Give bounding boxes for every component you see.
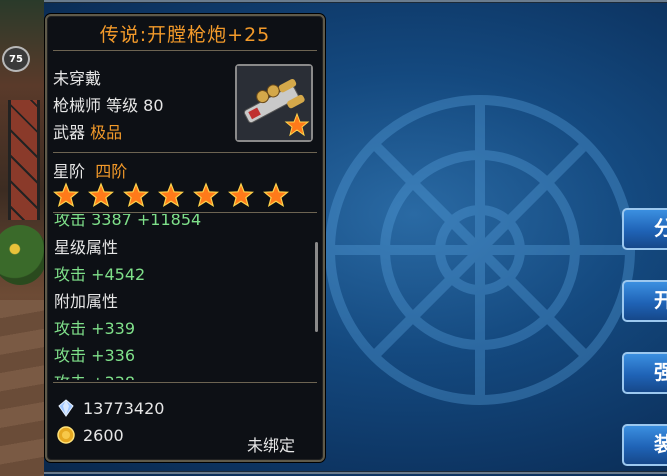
divider <box>53 212 317 213</box>
item-tooltip-panel: 传说:开膛枪炮+25 未穿戴 枪械师 等级 80 武器 极品 星阶 四阶 攻击 … <box>45 14 325 462</box>
extra-attributes-header: 附加属性 <box>54 292 119 311</box>
star-icon <box>158 182 184 208</box>
game-scene-strip <box>0 0 44 476</box>
gun-cannon-icon <box>237 66 311 140</box>
item-grade: 极品 <box>90 123 123 142</box>
star-icon <box>123 182 149 208</box>
star-rank-row: 星阶 四阶 <box>53 158 127 182</box>
extra-attack-3: 攻击 +338 <box>54 369 135 380</box>
star-icon <box>193 182 219 208</box>
weapon-icon-slot[interactable] <box>235 64 313 142</box>
star-icon <box>263 182 289 208</box>
player-level-badge[interactable]: 75 <box>2 46 30 72</box>
scene-tower <box>8 100 40 220</box>
diamond-icon <box>58 399 74 417</box>
item-title: 传说:开膛枪炮+25 <box>99 24 271 46</box>
side-button-3[interactable]: 强 <box>622 352 667 394</box>
gold-coin-icon <box>57 426 75 444</box>
extra-attack-2: 攻击 +336 <box>54 346 136 365</box>
side-button-1[interactable]: 分 <box>622 208 667 250</box>
divider <box>53 152 317 153</box>
side-button-4[interactable]: 装 <box>622 424 667 466</box>
star-attack: 攻击 +4542 <box>54 265 146 284</box>
star-icon <box>88 182 114 208</box>
diamond-value: 13773420 <box>83 399 165 418</box>
divider <box>53 50 317 51</box>
star-icon <box>53 182 79 208</box>
star-icon <box>228 182 254 208</box>
attribute-scrollbar[interactable] <box>315 242 318 332</box>
star-rating <box>53 182 289 208</box>
extra-attack-1: 攻击 +339 <box>54 319 136 338</box>
side-button-2[interactable]: 开 <box>622 280 667 322</box>
attribute-list[interactable]: 攻击 3387 +11854 星级属性 攻击 +4542 附加属性 攻击 +33… <box>51 214 317 380</box>
star-attributes-header: 星级属性 <box>54 238 119 257</box>
equip-status: 未穿戴 <box>53 69 102 88</box>
scene-bush <box>0 225 44 285</box>
item-type-label: 武器 <box>53 123 86 142</box>
scene-floor <box>0 300 44 476</box>
bind-status: 未绑定 <box>247 436 296 455</box>
item-type-row: 武器 极品 <box>53 119 122 143</box>
star-rank-value: 四阶 <box>95 162 128 181</box>
attr-partial-top: 攻击 3387 +11854 <box>54 214 202 229</box>
job-level: 枪械师 等级 80 <box>53 96 164 115</box>
star-rank-label: 星阶 <box>53 162 86 181</box>
gold-value: 2600 <box>83 426 124 445</box>
divider <box>53 382 317 383</box>
